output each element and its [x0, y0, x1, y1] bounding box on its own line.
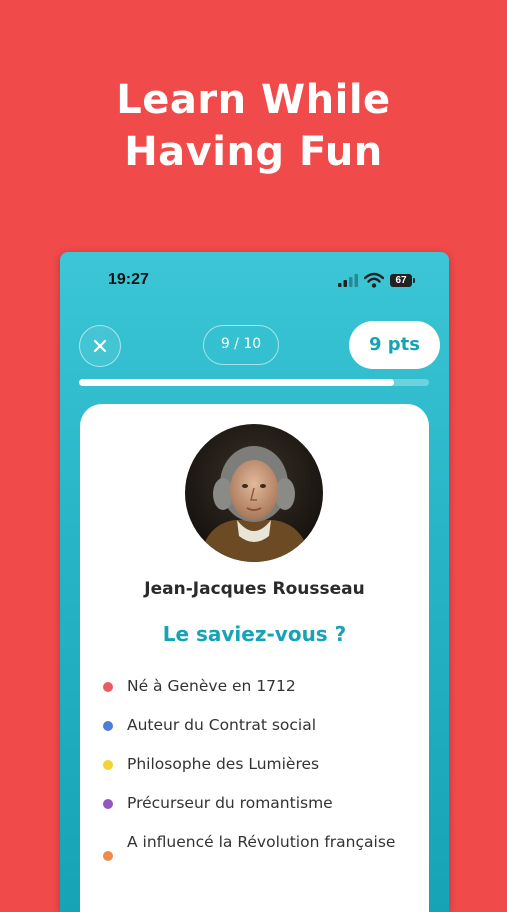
promo-headline-line1: Learn While: [116, 77, 391, 123]
battery-icon: 67: [390, 274, 416, 287]
phone-screen: 19:27 67 9 / 10 9 pts Jean-Jacques Rouss…: [60, 252, 449, 912]
list-item: Né à Genève en 1712: [103, 674, 413, 699]
status-bar: 19:27 67: [60, 252, 449, 312]
portrait-image: [185, 424, 323, 562]
fact-text: Philosophe des Lumières: [127, 755, 320, 773]
promo-headline-line2: Having Fun: [124, 129, 383, 175]
progress-bar: [79, 379, 429, 386]
fact-text: Précurseur du romantisme: [127, 794, 333, 812]
bullet-dot-icon: [103, 799, 113, 809]
did-you-know-title: Le saviez-vous ?: [162, 622, 347, 646]
fact-text: Auteur du Contrat social: [127, 716, 317, 734]
list-item: Précurseur du romantisme: [103, 791, 413, 816]
wifi-icon: [364, 272, 384, 288]
points-badge: 9 pts: [349, 321, 440, 369]
list-item: A influencé la Révolution française: [103, 830, 413, 861]
close-button[interactable]: [79, 325, 121, 367]
list-item: Auteur du Contrat social: [103, 713, 413, 738]
progress-bar-fill: [79, 379, 394, 386]
facts-list: Né à Genève en 1712 Auteur du Contrat so…: [103, 674, 413, 869]
fact-text: A influencé la Révolution française: [127, 833, 396, 851]
promo-headline: Learn While Having Fun: [0, 74, 507, 178]
person-name: Jean-Jacques Rousseau: [144, 579, 365, 599]
bullet-dot-icon: [103, 682, 113, 692]
battery-level: 67: [390, 274, 412, 287]
bullet-dot-icon: [103, 851, 113, 861]
question-progress: 9 / 10: [203, 325, 279, 365]
cellular-signal-icon: [338, 274, 358, 287]
close-icon: [93, 339, 107, 353]
fact-text: Né à Genève en 1712: [127, 677, 296, 695]
bullet-dot-icon: [103, 760, 113, 770]
info-card: Jean-Jacques Rousseau Le saviez-vous ? N…: [80, 404, 429, 912]
status-time: 19:27: [108, 271, 149, 288]
bullet-dot-icon: [103, 721, 113, 731]
list-item: Philosophe des Lumières: [103, 752, 413, 777]
